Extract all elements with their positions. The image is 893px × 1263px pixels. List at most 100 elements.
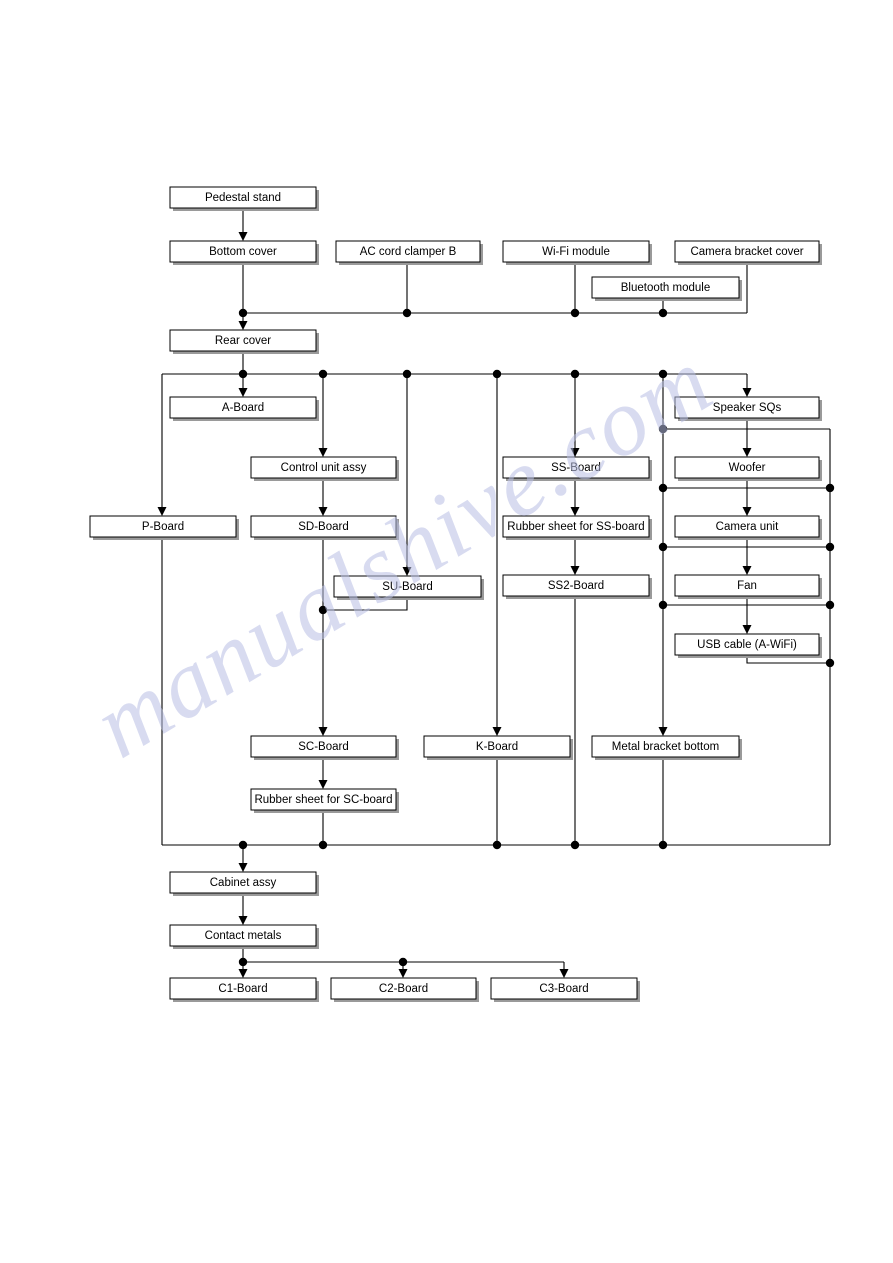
- node-label: Fan: [737, 580, 757, 592]
- node-contact_metals[interactable]: Contact metals: [169, 924, 319, 949]
- node-c1_board[interactable]: C1-Board: [169, 977, 319, 1002]
- node-label: Woofer: [729, 462, 766, 474]
- arrow-contact-metals-icon: [238, 916, 248, 925]
- node-control_unit_assy[interactable]: Control unit assy: [250, 456, 399, 481]
- node-label: Bluetooth module: [621, 282, 711, 294]
- junction-bottom-metal: [658, 840, 668, 850]
- arrow-c1-board-icon: [238, 969, 248, 978]
- node-a_board[interactable]: A-Board: [169, 396, 319, 421]
- flowchart-canvas: Pedestal stand Bottom cover AC cord clampe…: [89, 186, 835, 1002]
- node-pedestal_stand[interactable]: Pedestal stand: [169, 186, 319, 211]
- junction-bottom-ss2: [570, 840, 580, 850]
- arrow-sc-board-icon: [318, 727, 328, 736]
- node-label: C1-Board: [218, 983, 267, 995]
- node-label: Rubber sheet for SS-board: [507, 521, 644, 533]
- node-usb_cable_a_wifi[interactable]: USB cable (A-WiFi): [674, 633, 822, 658]
- node-label: K-Board: [476, 741, 518, 753]
- arrow-woofer-icon: [742, 448, 752, 457]
- arrow-rubber-ss-icon: [570, 507, 580, 516]
- junction-main-a-board: [238, 369, 248, 379]
- node-label: Rubber sheet for SC-board: [254, 794, 392, 806]
- node-label: Camera unit: [716, 521, 779, 533]
- node-ac_cord_clamper_b[interactable]: AC cord clamper B: [335, 240, 483, 265]
- arrow-cabinet-assy-icon: [238, 863, 248, 872]
- junction-camera-branch: [658, 483, 668, 493]
- disassembly-flowchart: Pedestal stand Bottom cover AC cord clampe…: [0, 0, 893, 1263]
- node-label: AC cord clamper B: [360, 246, 457, 258]
- node-cabinet_assy[interactable]: Cabinet assy: [169, 871, 319, 896]
- node-su_board[interactable]: SU-Board: [333, 575, 484, 600]
- junction-su-sd-join: [318, 605, 328, 615]
- edge-left-rail-to-usb: [663, 604, 748, 632]
- node-label: C3-Board: [539, 983, 588, 995]
- node-rubber_sheet_ss_board[interactable]: Rubber sheet for SS-board: [502, 515, 652, 540]
- junction-c2: [398, 957, 408, 967]
- edge-left-rail-to-camera: [663, 487, 748, 514]
- node-label: Control unit assy: [281, 462, 367, 474]
- junction-main-k: [492, 369, 502, 379]
- node-label: SS-Board: [551, 462, 601, 474]
- node-label: USB cable (A-WiFi): [697, 639, 797, 651]
- node-ss2_board[interactable]: SS2-Board: [502, 574, 652, 599]
- junction-main-right: [658, 369, 668, 379]
- arrow-k-board-icon: [492, 727, 502, 736]
- node-label: Rear cover: [215, 335, 271, 347]
- arrow-control-unit-icon: [318, 448, 328, 457]
- node-wifi_module[interactable]: Wi-Fi module: [502, 240, 652, 265]
- junction-bottom-cover-bus: [238, 308, 248, 318]
- arrow-ss-board-icon: [570, 448, 580, 457]
- node-label: Pedestal stand: [205, 192, 281, 204]
- edge-left-rail-to-fan: [663, 546, 748, 573]
- node-rear_cover[interactable]: Rear cover: [169, 329, 319, 354]
- arrow-speaker-sqs-icon: [742, 388, 752, 397]
- node-camera_unit[interactable]: Camera unit: [674, 515, 822, 540]
- node-label: Contact metals: [205, 930, 282, 942]
- arrow-c2-board-icon: [398, 969, 408, 978]
- node-metal_bracket_bottom[interactable]: Metal bracket bottom: [591, 735, 742, 760]
- node-label: P-Board: [142, 521, 184, 533]
- junction-usb-branch: [658, 600, 668, 610]
- node-rubber_sheet_sc_board[interactable]: Rubber sheet for SC-board: [250, 788, 399, 813]
- junction-rail-woofer: [825, 483, 835, 493]
- arrow-sd-board-icon: [318, 507, 328, 516]
- junction-main-ss: [570, 369, 580, 379]
- junction-woofer-branch: [658, 424, 668, 434]
- node-label: SC-Board: [298, 741, 349, 753]
- node-k_board[interactable]: K-Board: [423, 735, 573, 760]
- node-sc_board[interactable]: SC-Board: [250, 735, 399, 760]
- junction-rail-fan: [825, 600, 835, 610]
- node-label: SU-Board: [382, 581, 433, 593]
- node-c2_board[interactable]: C2-Board: [330, 977, 479, 1002]
- node-label: Cabinet assy: [210, 877, 277, 889]
- node-fan[interactable]: Fan: [674, 574, 822, 599]
- node-label: Speaker SQs: [713, 402, 782, 414]
- nodes-layer: Pedestal stand Bottom cover AC cord clampe…: [89, 186, 822, 1002]
- junction-bluetooth-bus: [658, 308, 668, 318]
- junction-bottom-k: [492, 840, 502, 850]
- node-camera_bracket_cover[interactable]: Camera bracket cover: [674, 240, 822, 265]
- junction-bottom-sc: [238, 840, 248, 850]
- arrow-a-board-icon: [238, 388, 248, 397]
- node-bluetooth_module[interactable]: Bluetooth module: [591, 276, 742, 301]
- arrow-p-board-icon: [157, 507, 167, 516]
- node-bottom_cover[interactable]: Bottom cover: [169, 240, 319, 265]
- node-speaker_sqs[interactable]: Speaker SQs: [674, 396, 822, 421]
- node-label: SD-Board: [298, 521, 349, 533]
- junction-bottom-sd-col: [318, 840, 328, 850]
- node-c3_board[interactable]: C3-Board: [490, 977, 640, 1002]
- node-ss_board[interactable]: SS-Board: [502, 456, 652, 481]
- arrow-c3-board-icon: [559, 969, 569, 978]
- junction-rail-usb: [825, 658, 835, 668]
- node-label: C2-Board: [379, 983, 428, 995]
- arrow-fan-icon: [742, 566, 752, 575]
- junction-main-sd: [318, 369, 328, 379]
- node-label: Camera bracket cover: [690, 246, 803, 258]
- arrow-rubber-sc-icon: [318, 780, 328, 789]
- junction-wifi-bus: [570, 308, 580, 318]
- node-woofer[interactable]: Woofer: [674, 456, 822, 481]
- node-p_board[interactable]: P-Board: [89, 515, 239, 540]
- node-sd_board[interactable]: SD-Board: [250, 515, 399, 540]
- arrow-metal-bracket-icon: [658, 727, 668, 736]
- arrow-ss2-board-icon: [570, 566, 580, 575]
- arrow-camera-unit-icon: [742, 507, 752, 516]
